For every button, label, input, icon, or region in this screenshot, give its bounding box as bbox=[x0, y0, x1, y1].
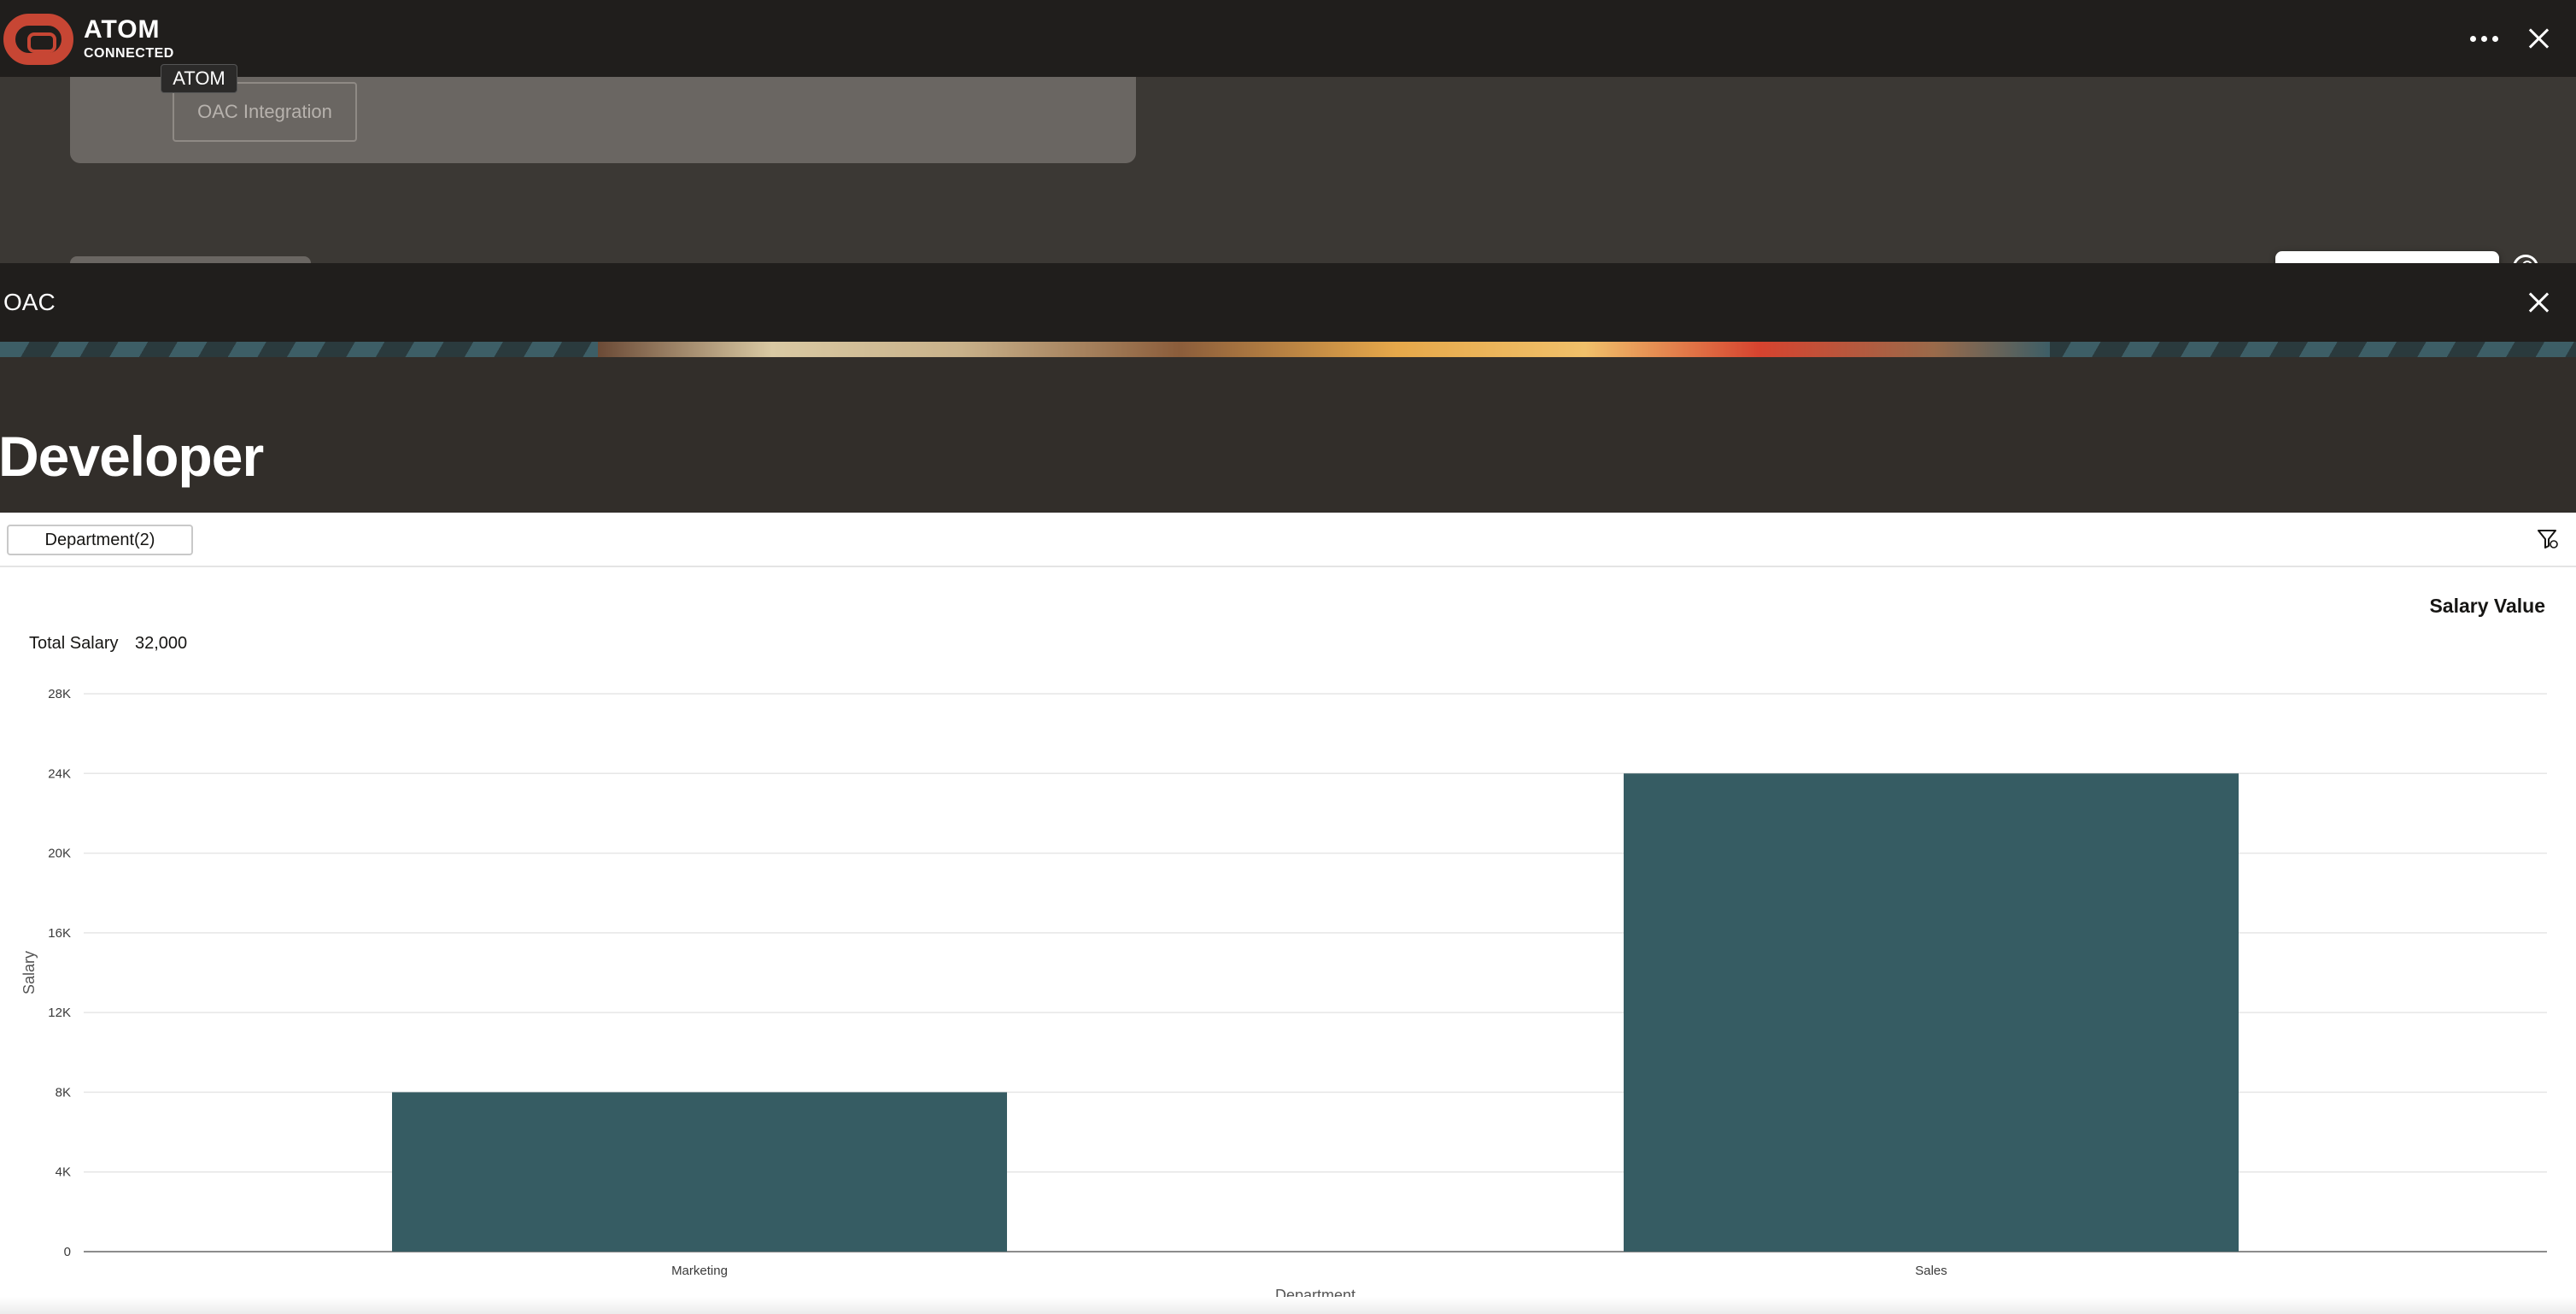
y-tick-label: 16K bbox=[48, 926, 71, 941]
y-tick-label: 24K bbox=[48, 766, 71, 781]
bar-marketing bbox=[392, 1092, 1007, 1252]
chart-container: Salary Value Total Salary 32,000 0 4K 8K 12… bbox=[0, 569, 2576, 1314]
bar-sales bbox=[1624, 773, 2239, 1252]
oracle-logo-icon bbox=[3, 14, 73, 65]
banner-image bbox=[0, 342, 2576, 357]
page-title: Developer bbox=[0, 425, 264, 488]
bottom-edge bbox=[0, 1297, 2576, 1314]
y-tick-label: 4K bbox=[56, 1165, 71, 1180]
y-tick-label: 28K bbox=[48, 687, 71, 701]
more-icon[interactable] bbox=[2470, 36, 2499, 43]
salary-bar-chart: 0 4K 8K 12K 16K 20K 24K 28K Marketing Sales Depart… bbox=[20, 687, 2547, 1297]
background-app: OAC Integration OAC Integration bbox=[0, 77, 2576, 323]
x-axis-title: Department bbox=[1275, 1287, 1355, 1297]
app-tooltip: ATOM bbox=[161, 64, 237, 93]
filter-bar: Department(2) bbox=[0, 513, 2576, 567]
x-tick-label: Marketing bbox=[671, 1264, 728, 1278]
connection-status: CONNECTED bbox=[84, 46, 174, 61]
department-filter-chip[interactable]: Department(2) bbox=[7, 525, 193, 555]
filter-icon[interactable] bbox=[2537, 528, 2559, 550]
x-tick-label: Sales bbox=[1915, 1264, 1947, 1278]
oac-panel-header: OAC bbox=[0, 263, 2576, 342]
banner: Developer bbox=[0, 357, 2576, 513]
app-header: ATOM CONNECTED bbox=[0, 0, 2576, 77]
y-tick-label: 12K bbox=[48, 1006, 71, 1020]
y-axis-title: Salary bbox=[20, 951, 38, 994]
y-tick-label: 20K bbox=[48, 847, 71, 861]
y-tick-label: 8K bbox=[56, 1085, 71, 1100]
close-icon[interactable] bbox=[2528, 291, 2550, 314]
panel-title: OAC bbox=[3, 289, 56, 315]
app-title: ATOM bbox=[84, 15, 161, 44]
y-tick-label: 0 bbox=[64, 1245, 71, 1259]
close-icon[interactable] bbox=[2528, 27, 2550, 50]
